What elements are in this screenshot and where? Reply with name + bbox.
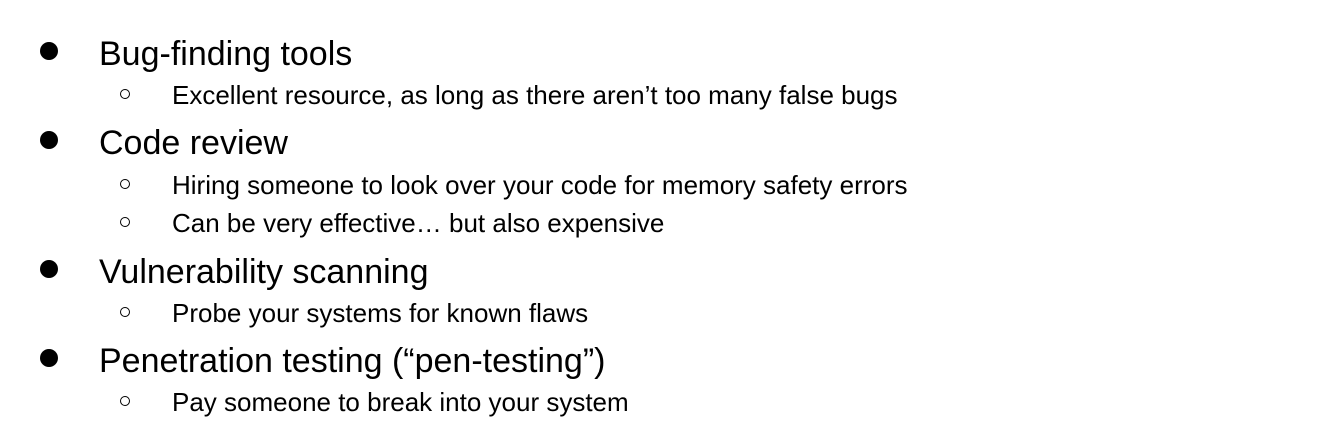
sub-bullet-text: Can be very effective… but also expensiv… [172, 208, 665, 238]
filled-bullet-icon [40, 349, 58, 367]
hollow-bullet-icon [120, 396, 130, 406]
hollow-bullet-icon [120, 217, 130, 227]
bullet-text: Penetration testing (“pen-testing”) [99, 342, 606, 380]
bullet-text: Vulnerability scanning [99, 253, 429, 291]
sub-bullet-text: Pay someone to break into your system [172, 387, 629, 417]
slide-body: Bug-finding tools Excellent resource, as… [0, 0, 1332, 442]
bullet-text: Bug-finding tools [99, 35, 353, 73]
sub-bullet-text: Probe your systems for known flaws [172, 298, 589, 328]
filled-bullet-icon [40, 42, 58, 60]
filled-bullet-icon [40, 131, 58, 149]
bullet-text: Code review [99, 124, 288, 162]
hollow-bullet-icon [120, 179, 130, 189]
sub-bullet-text: Excellent resource, as long as there are… [172, 80, 898, 110]
hollow-bullet-icon [120, 89, 130, 99]
filled-bullet-icon [40, 260, 58, 278]
sub-bullet-text: Hiring someone to look over your code fo… [172, 170, 908, 200]
hollow-bullet-icon [120, 307, 130, 317]
